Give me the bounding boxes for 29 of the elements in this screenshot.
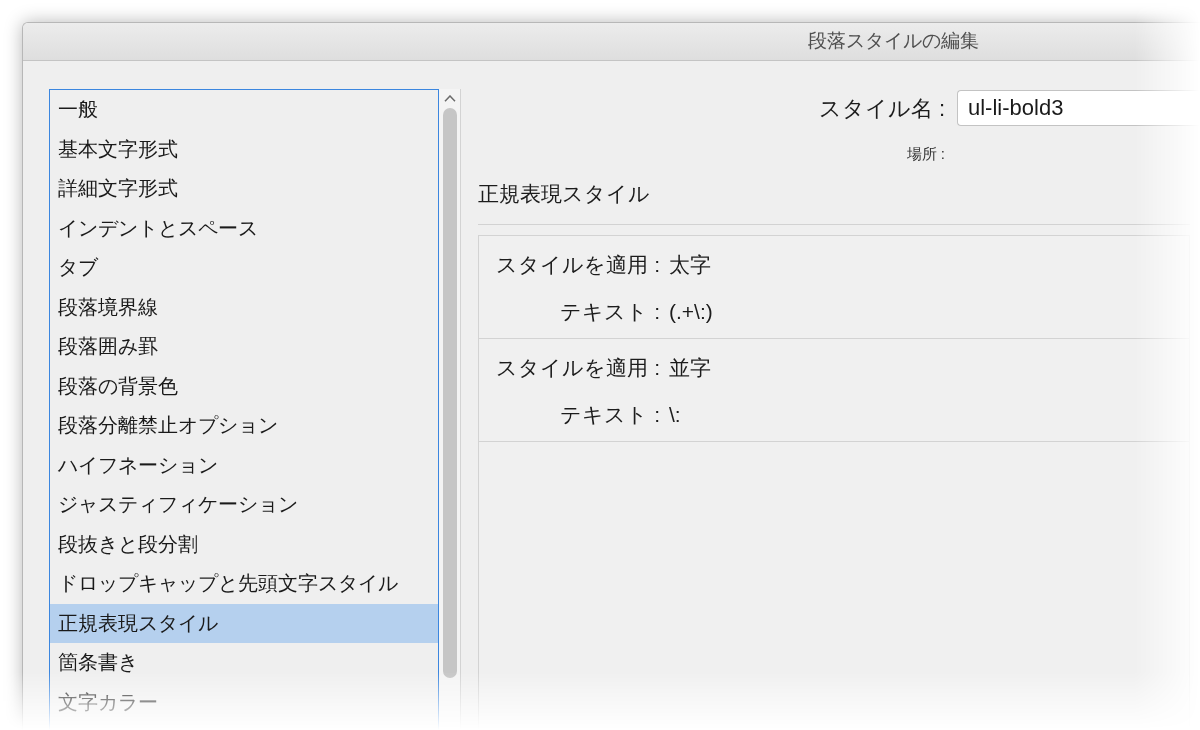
text-pattern: \:: [669, 401, 681, 428]
scrollbar-thumb[interactable]: [442, 108, 457, 678]
apply-style-label: スタイルを適用 :: [495, 251, 660, 278]
caret-up-icon[interactable]: [443, 95, 456, 102]
location-label: 場所 :: [906, 144, 945, 164]
apply-style-value: 太字: [669, 251, 711, 278]
style-name-label: スタイル名 :: [818, 94, 945, 123]
sidebar-item[interactable]: 基本文字形式: [50, 129, 438, 169]
apply-style-value: 並字: [669, 354, 711, 381]
sidebar-item[interactable]: 段落囲み罫: [50, 327, 438, 367]
window-title: 段落スタイルの編集: [808, 29, 979, 54]
sidebar-item[interactable]: ジャスティフィケーション: [50, 485, 438, 525]
sidebar-item[interactable]: ハイフネーション: [50, 445, 438, 485]
sidebar-item[interactable]: 段抜きと段分割: [50, 524, 438, 564]
sidebar-item[interactable]: ドロップキャップと先頭文字スタイル: [50, 564, 438, 604]
text-label: テキスト :: [559, 298, 660, 325]
sidebar-item[interactable]: 詳細文字形式: [50, 169, 438, 209]
apply-style-label: スタイルを適用 :: [495, 354, 660, 381]
sidebar-item[interactable]: 段落境界線: [50, 287, 438, 327]
section-title: 正規表現スタイル: [478, 180, 650, 207]
sidebar-item[interactable]: タブ: [50, 248, 438, 288]
sidebar-item[interactable]: 一般: [50, 90, 438, 130]
text-pattern: (.+\:): [669, 298, 713, 325]
text-label: テキスト :: [559, 401, 660, 428]
sidebar-item[interactable]: 段落の背景色: [50, 366, 438, 406]
sidebar-item[interactable]: インデントとスペース: [50, 208, 438, 248]
sidebar-item[interactable]: 正規表現スタイル: [50, 603, 438, 643]
sidebar-item[interactable]: 箇条書き: [50, 643, 438, 683]
sidebar-item[interactable]: 段落分離禁止オプション: [50, 406, 438, 446]
